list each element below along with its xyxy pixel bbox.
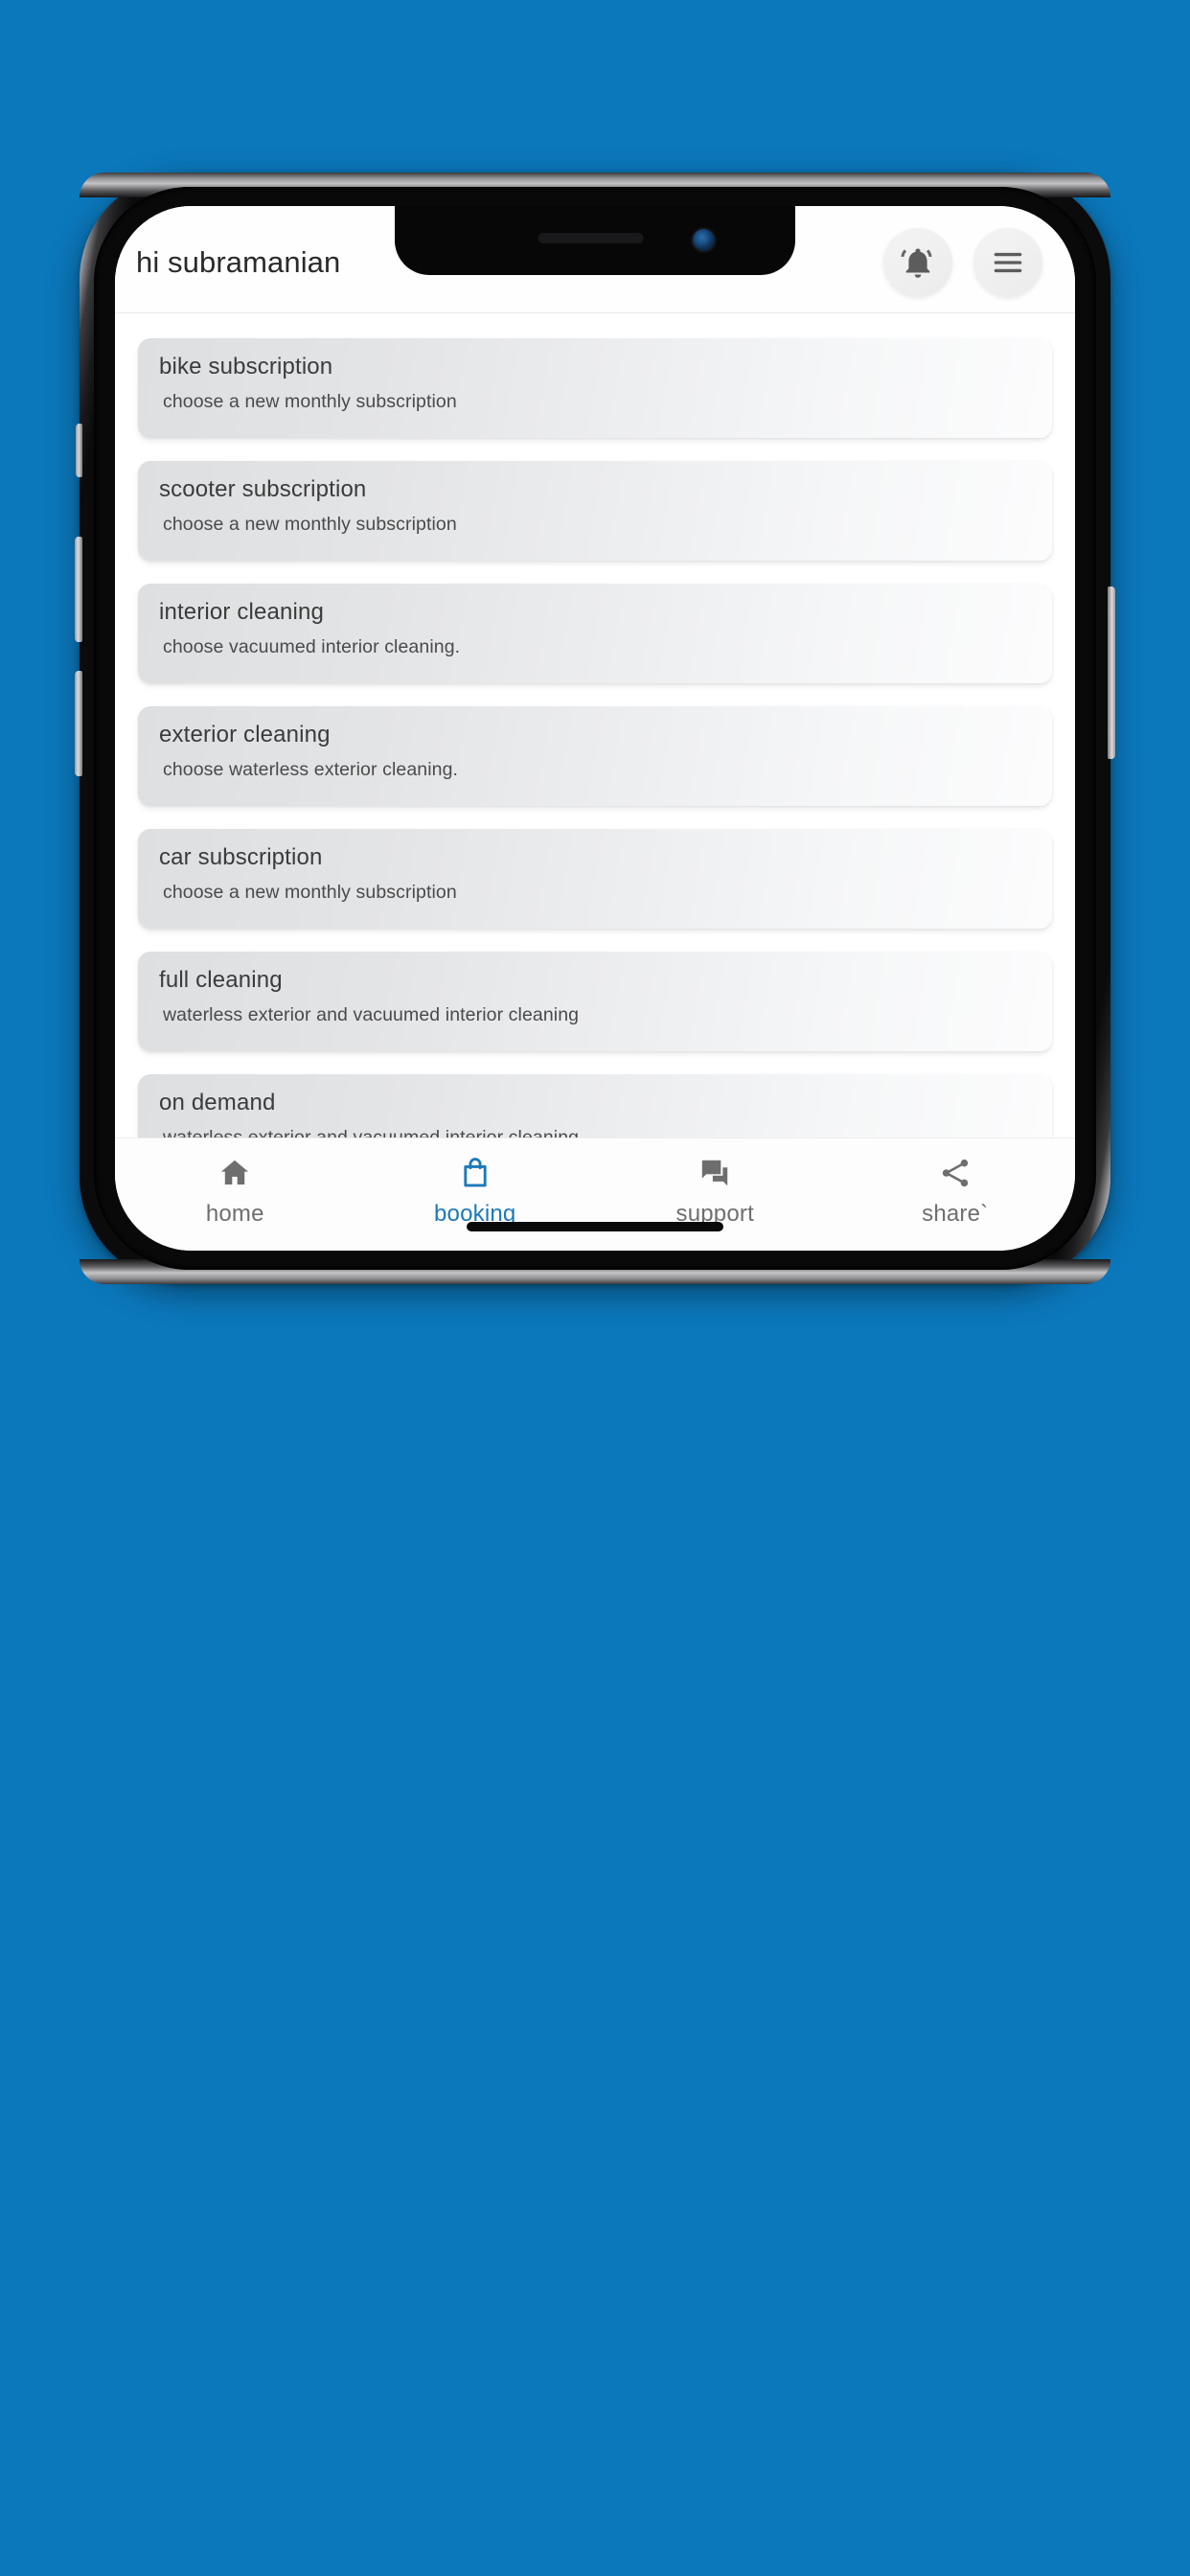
service-card-subtitle: choose a new monthly subscription bbox=[163, 514, 457, 536]
volume-up-button[interactable] bbox=[75, 537, 82, 642]
home-icon bbox=[216, 1154, 254, 1192]
service-card-title: exterior cleaning bbox=[159, 722, 331, 748]
service-card-on-demand[interactable]: on demand waterless exterior and vacuume… bbox=[138, 1074, 1052, 1138]
service-card-title: car subscription bbox=[159, 844, 323, 870]
service-card-scooter-subscription[interactable]: scooter subscription choose a new monthl… bbox=[138, 461, 1052, 561]
front-camera-icon bbox=[693, 229, 715, 251]
service-card-subtitle: choose vacuumed interior cleaning. bbox=[163, 636, 461, 658]
chat-bubble-icon bbox=[696, 1154, 734, 1192]
header-actions bbox=[883, 222, 1042, 297]
hamburger-menu-icon bbox=[990, 244, 1026, 281]
service-card-car-subscription[interactable]: car subscription choose a new monthly su… bbox=[138, 829, 1052, 929]
silent-switch-button[interactable] bbox=[76, 424, 82, 477]
service-card-title: bike subscription bbox=[159, 354, 333, 380]
service-card-interior-cleaning[interactable]: interior cleaning choose vacuumed interi… bbox=[138, 584, 1052, 683]
shopping-bag-icon bbox=[456, 1154, 494, 1192]
share-nodes-icon bbox=[936, 1154, 974, 1192]
nav-label: home bbox=[205, 1201, 264, 1227]
app-root: hi subramanian bike subscription choose … bbox=[115, 206, 1075, 1251]
service-card-exterior-cleaning[interactable]: exterior cleaning choose waterless exter… bbox=[138, 706, 1052, 806]
phone-device-mockup: hi subramanian bike subscription choose … bbox=[75, 172, 1115, 1284]
service-card-subtitle: choose a new monthly subscription bbox=[163, 882, 457, 904]
nav-item-booking[interactable]: booking bbox=[355, 1154, 596, 1228]
service-card-full-cleaning[interactable]: full cleaning waterless exterior and vac… bbox=[138, 952, 1052, 1051]
nav-item-support[interactable]: support bbox=[595, 1154, 835, 1228]
service-card-title: full cleaning bbox=[159, 967, 283, 993]
bottom-navigation-bar: home booking support share` bbox=[115, 1138, 1075, 1251]
service-card-subtitle: waterless exterior and vacuumed interior… bbox=[159, 1127, 1031, 1138]
service-card-subtitle: choose a new monthly subscription bbox=[163, 391, 457, 413]
service-card-title: scooter subscription bbox=[159, 476, 367, 502]
service-card-title: on demand bbox=[159, 1090, 276, 1116]
phone-notch bbox=[395, 206, 795, 275]
service-card-subtitle: choose waterless exterior cleaning. bbox=[163, 759, 459, 781]
service-card-title: interior cleaning bbox=[159, 599, 324, 625]
power-button[interactable] bbox=[1108, 586, 1115, 759]
home-indicator[interactable] bbox=[467, 1222, 723, 1231]
nav-item-home[interactable]: home bbox=[115, 1154, 355, 1228]
nav-item-share[interactable]: share` bbox=[835, 1154, 1076, 1228]
notifications-button[interactable] bbox=[883, 227, 952, 297]
menu-button[interactable] bbox=[973, 227, 1042, 297]
phone-screen: hi subramanian bike subscription choose … bbox=[115, 206, 1075, 1251]
service-list[interactable]: bike subscription choose a new monthly s… bbox=[115, 313, 1075, 1138]
bell-icon bbox=[901, 245, 935, 280]
nav-label: share` bbox=[922, 1201, 989, 1227]
service-card-bike-subscription[interactable]: bike subscription choose a new monthly s… bbox=[138, 338, 1052, 438]
earpiece-speaker-icon bbox=[538, 233, 644, 243]
volume-down-button[interactable] bbox=[75, 671, 82, 776]
service-card-subtitle: waterless exterior and vacuumed interior… bbox=[163, 1004, 580, 1026]
